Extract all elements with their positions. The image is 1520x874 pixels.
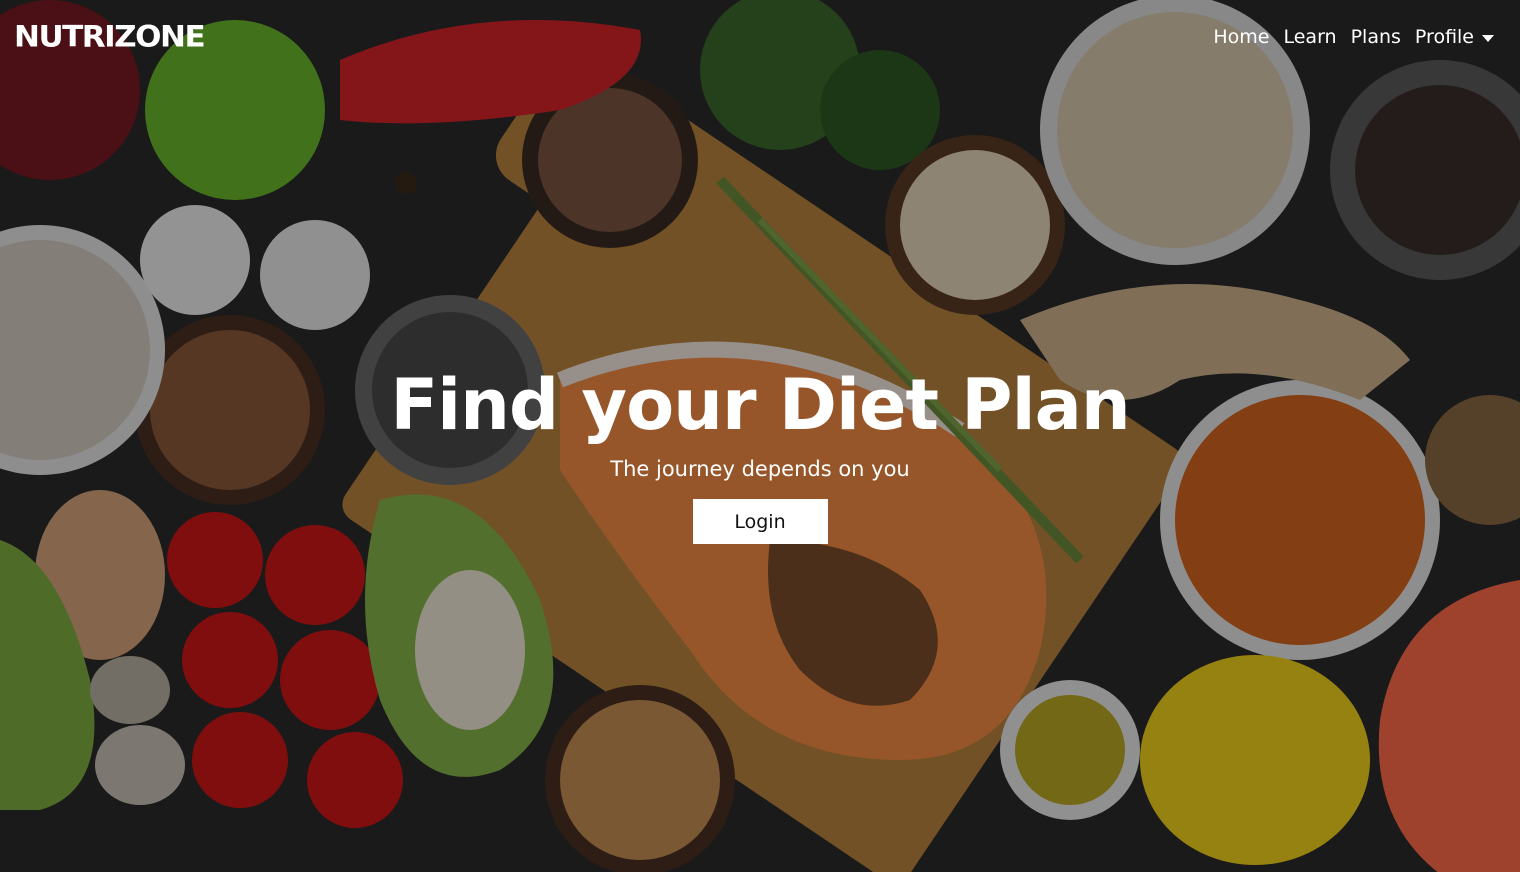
hero-section: NUTRIZONE Home Learn Plans Profile Find …: [0, 0, 1520, 874]
nav-item-plans[interactable]: Plans: [1351, 24, 1401, 50]
nav-item-home[interactable]: Home: [1213, 24, 1269, 50]
chevron-down-icon[interactable]: [1482, 34, 1494, 42]
login-button[interactable]: Login: [692, 499, 828, 544]
brand-logo[interactable]: NUTRIZONE: [14, 19, 206, 55]
nav-item-profile-dropdown[interactable]: Profile: [1415, 24, 1494, 50]
nav-item-learn[interactable]: Learn: [1283, 24, 1336, 50]
top-navbar: NUTRIZONE Home Learn Plans Profile: [0, 0, 1520, 74]
hero-subtitle: The journey depends on you: [610, 457, 910, 481]
nav-item-profile[interactable]: Profile: [1415, 24, 1474, 50]
nav-menu: Home Learn Plans Profile: [1213, 24, 1494, 50]
hero-content: Find your Diet Plan The journey depends …: [0, 360, 1520, 544]
hero-title: Find your Diet Plan: [390, 364, 1130, 446]
